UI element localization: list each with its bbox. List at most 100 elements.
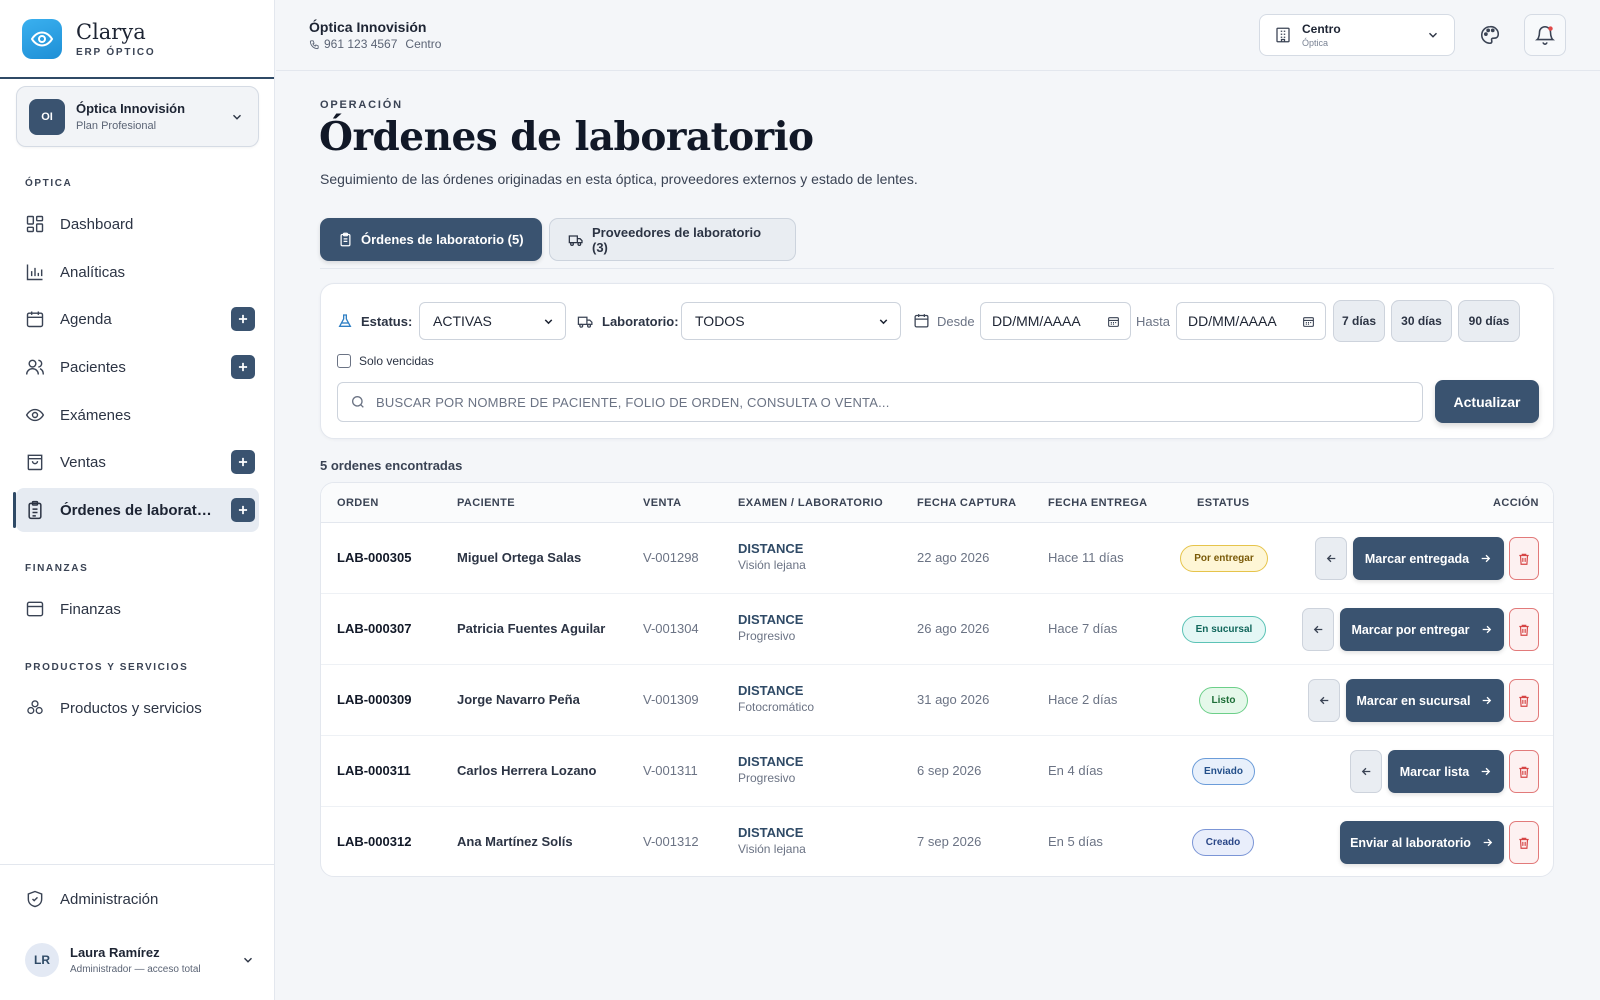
add-patient-button[interactable] [231, 355, 255, 379]
flask-icon [337, 313, 353, 329]
to-label: Hasta [1136, 314, 1170, 329]
sidebar-item-label: Exámenes [60, 406, 131, 424]
user-menu[interactable]: LR Laura Ramírez Administrador — acceso … [25, 940, 255, 980]
revert-status-button[interactable] [1308, 679, 1340, 722]
advance-status-button[interactable]: Marcar entregada [1353, 537, 1504, 580]
update-button[interactable]: Actualizar [1435, 380, 1539, 423]
order-id: LAB-000307 [337, 621, 412, 636]
sidebar-item-label: Pacientes [60, 358, 126, 376]
delete-order-button[interactable] [1509, 750, 1539, 793]
revert-status-button[interactable] [1315, 537, 1347, 580]
advance-status-button[interactable]: Marcar en sucursal [1346, 679, 1504, 722]
overdue-checkbox[interactable] [337, 354, 351, 368]
lab-name: DISTANCE [738, 825, 804, 840]
sidebar-item-dashboard[interactable]: Dashboard [16, 202, 259, 246]
bar-chart-icon [25, 262, 45, 282]
sidebar-item-label: Ventas [60, 453, 106, 471]
section-label-optica: ÓPTICA [25, 178, 73, 189]
delete-order-button[interactable] [1509, 821, 1539, 864]
sidebar-item-finanzas[interactable]: Finanzas [16, 587, 259, 631]
brand[interactable]: Clarya ERP ÓPTICO [0, 0, 274, 79]
table-row[interactable]: LAB-000309 Jorge Navarro Peña V-001309 D… [321, 665, 1553, 736]
arrow-right-icon [1480, 623, 1493, 636]
column-header: ORDEN [337, 497, 379, 509]
sidebar-item-productos-servicios[interactable]: Productos y servicios [16, 686, 259, 730]
table-row[interactable]: LAB-000311 Carlos Herrera Lozano V-00131… [321, 736, 1553, 807]
column-header: FECHA ENTREGA [1048, 497, 1148, 509]
sidebar-item-administracion[interactable]: Administración [16, 877, 259, 921]
branch-name: Centro [1302, 22, 1341, 36]
tab-lab-providers[interactable]: Proveedores de laboratorio (3) [549, 218, 796, 261]
delete-order-button[interactable] [1509, 537, 1539, 580]
advance-status-button[interactable]: Enviar al laboratorio [1340, 821, 1504, 864]
sidebar-item-ventas[interactable]: Ventas [16, 440, 259, 484]
lab-select-value: TODOS [695, 313, 745, 329]
lab-name: DISTANCE [738, 541, 804, 556]
sidebar-item-examenes[interactable]: Exámenes [16, 393, 259, 437]
branch-selector[interactable]: Centro Óptica [1259, 14, 1455, 56]
lab-select[interactable]: TODOS [681, 302, 901, 340]
store-phone: 961 123 4567 [324, 37, 398, 51]
advance-status-button[interactable]: Marcar por entregar [1340, 608, 1504, 651]
sidebar-item-ordenes-laboratorio[interactable]: Órdenes de laboratorio [13, 488, 259, 532]
action-label: Enviar al laboratorio [1350, 835, 1471, 850]
table-row[interactable]: LAB-000305 Miguel Ortega Salas V-001298 … [321, 523, 1553, 594]
theme-palette-button[interactable] [1469, 14, 1511, 56]
branch-type: Óptica [1302, 38, 1329, 48]
tab-label: Órdenes de laboratorio (5) [361, 232, 524, 247]
order-id: LAB-000312 [337, 834, 412, 849]
arrow-left-icon [1360, 765, 1373, 778]
arrow-right-icon [1479, 552, 1492, 565]
table-row[interactable]: LAB-000312 Ana Martínez Solís V-001312 D… [321, 807, 1553, 876]
add-sale-button[interactable] [231, 450, 255, 474]
notifications-button[interactable] [1524, 14, 1566, 56]
sidebar-item-analiticas[interactable]: Analíticas [16, 250, 259, 294]
sidebar-item-label: Agenda [60, 310, 112, 328]
status-badge: En sucursal [1182, 616, 1266, 643]
from-label: Desde [937, 314, 975, 329]
from-date-input[interactable]: DD/MM/AAAA [980, 302, 1131, 340]
trash-icon [1517, 552, 1531, 566]
order-id: LAB-000305 [337, 550, 412, 565]
search-input[interactable]: BUSCAR POR NOMBRE DE PACIENTE, FOLIO DE … [337, 382, 1423, 422]
avatar: LR [25, 943, 59, 977]
store-meta: 961 123 4567 Centro [309, 37, 441, 51]
add-appointment-button[interactable] [231, 307, 255, 331]
status-select[interactable]: ACTIVAS [419, 302, 566, 340]
action-label: Marcar lista [1399, 764, 1470, 779]
lens-type: Visión lejana [738, 842, 806, 856]
store-name: Óptica Innovisión [309, 19, 427, 35]
phone-icon [309, 39, 320, 50]
overdue-filter[interactable]: Solo vencidas [337, 354, 434, 368]
capture-date: 6 sep 2026 [917, 763, 982, 778]
sidebar-item-pacientes[interactable]: Pacientes [16, 345, 259, 389]
tab-lab-orders[interactable]: Órdenes de laboratorio (5) [320, 218, 542, 261]
tab-label: Proveedores de laboratorio (3) [592, 224, 762, 255]
organization-switcher[interactable]: OI Óptica Innovisión Plan Profesional [16, 86, 259, 147]
table-row[interactable]: LAB-000307 Patricia Fuentes Aguilar V-00… [321, 594, 1553, 665]
lens-type: Progresivo [738, 629, 796, 643]
sidebar-item-label: Productos y servicios [60, 699, 202, 717]
advance-status-button[interactable]: Marcar lista [1388, 750, 1504, 793]
sidebar: Clarya ERP ÓPTICO OI Óptica Innovisión P… [0, 0, 275, 1000]
status-filter-label: Estatus: [337, 313, 412, 329]
range-7-days-button[interactable]: 7 días [1333, 300, 1385, 342]
delete-order-button[interactable] [1509, 608, 1539, 651]
exam-lab-cell: DISTANCE Visión lejana [738, 825, 806, 856]
revert-status-button[interactable] [1350, 750, 1382, 793]
delete-order-button[interactable] [1509, 679, 1539, 722]
lens-type: Progresivo [738, 771, 796, 785]
exam-lab-cell: DISTANCE Visión lejana [738, 541, 806, 572]
org-name: Óptica Innovisión [76, 101, 186, 116]
org-avatar: OI [29, 98, 65, 135]
building-icon [1274, 26, 1292, 44]
add-lab-order-button[interactable] [231, 498, 255, 522]
user-role: Administrador — acceso total [70, 964, 201, 975]
to-date-input[interactable]: DD/MM/AAAA [1176, 302, 1326, 340]
range-30-days-button[interactable]: 30 días [1391, 300, 1452, 342]
user-name: Laura Ramírez [70, 945, 160, 960]
revert-status-button[interactable] [1302, 608, 1334, 651]
sidebar-item-agenda[interactable]: Agenda [16, 297, 259, 341]
range-90-days-button[interactable]: 90 días [1458, 300, 1520, 342]
column-header: PACIENTE [457, 497, 516, 509]
